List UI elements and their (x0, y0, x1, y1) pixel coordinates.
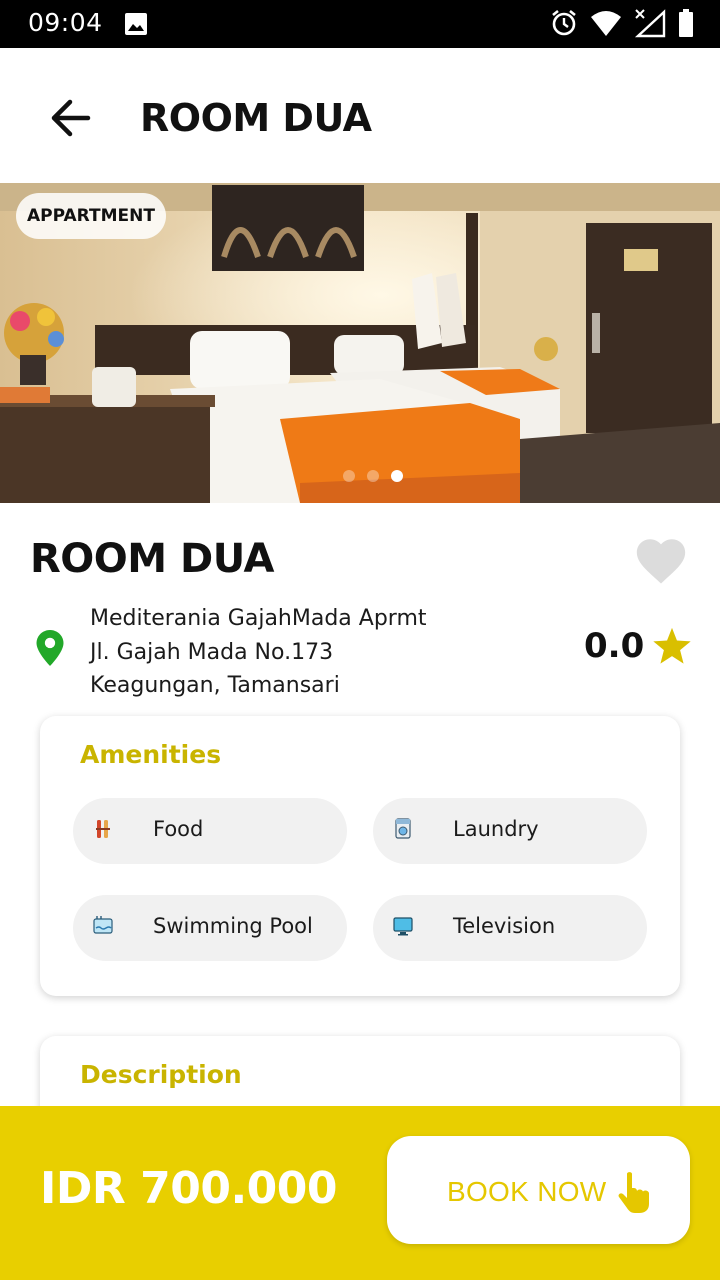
amenity-laundry[interactable]: Laundry (373, 798, 647, 864)
rating: 0.0 (584, 626, 692, 666)
amenity-label: Laundry (453, 817, 539, 841)
food-icon (96, 820, 110, 838)
carousel-dot-active[interactable] (391, 470, 403, 482)
location-pin-icon (36, 630, 64, 670)
arrow-left-icon (51, 99, 91, 137)
app-bar: ROOM DUA (0, 48, 720, 183)
wifi-icon (590, 9, 622, 41)
amenity-swimming-pool[interactable]: Swimming Pool (73, 895, 347, 961)
alarm-icon (550, 9, 578, 41)
address-line: Jl. Gajah Mada No.173 (90, 639, 334, 665)
book-now-button[interactable]: BOOK NOW (387, 1136, 690, 1244)
book-now-label: BOOK NOW (447, 1176, 607, 1207)
address-line: Mediterania GajahMada Aprmt (90, 606, 427, 631)
rating-value: 0.0 (584, 626, 645, 666)
tap-hand-icon (615, 1170, 655, 1218)
status-icons (550, 8, 694, 42)
booking-bar: IDR 700.000 BOOK NOW (0, 1106, 720, 1280)
amenities-card: Amenities Food Laundry Swimming Pool Tel… (40, 716, 680, 996)
battery-icon (678, 9, 694, 41)
description-title: Description (80, 1060, 242, 1089)
amenity-television[interactable]: Television (373, 895, 647, 961)
carousel-dot[interactable] (343, 470, 355, 482)
back-button[interactable] (40, 94, 100, 142)
favorite-button[interactable] (632, 532, 690, 590)
amenity-label: Food (153, 817, 204, 841)
amenity-label: Swimming Pool (153, 914, 313, 938)
laundry-icon (395, 818, 411, 839)
signal-icon (634, 8, 666, 42)
heart-icon (636, 539, 686, 584)
star-icon (653, 627, 691, 664)
photo-notification-icon (124, 12, 148, 40)
address: Mediterania GajahMada Aprmt Jl. Gajah Ma… (90, 602, 427, 703)
swimming-pool-icon (93, 916, 113, 934)
carousel-dot[interactable] (367, 470, 379, 482)
television-icon (393, 917, 413, 936)
price: IDR 700.000 (40, 1163, 338, 1214)
status-bar: 09:04 (0, 0, 720, 48)
property-type-badge: APPARTMENT (16, 193, 166, 239)
amenity-label: Television (453, 914, 556, 938)
carousel-indicator (0, 470, 720, 482)
room-photo-carousel[interactable]: APPARTMENT (0, 183, 720, 503)
room-name: ROOM DUA (30, 536, 274, 582)
page-title: ROOM DUA (140, 96, 372, 140)
status-time: 09:04 (28, 8, 103, 37)
address-line: Keagungan, Tamansari (90, 673, 340, 698)
amenities-title: Amenities (80, 740, 222, 769)
amenity-food[interactable]: Food (73, 798, 347, 864)
